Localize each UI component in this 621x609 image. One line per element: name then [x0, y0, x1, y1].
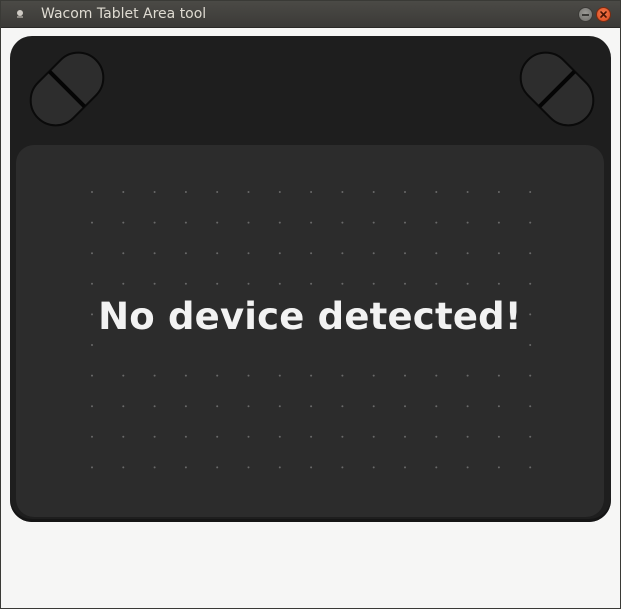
express-key-right[interactable]	[512, 44, 602, 134]
app-icon	[17, 10, 23, 18]
tablet-active-area[interactable]: No device detected!	[16, 145, 604, 517]
close-icon	[600, 11, 607, 18]
window-title: Wacom Tablet Area tool	[41, 6, 207, 22]
express-key-left[interactable]	[22, 44, 112, 134]
close-button[interactable]	[596, 7, 611, 22]
no-device-message: No device detected!	[98, 295, 522, 338]
tablet-body: No device detected!	[10, 36, 611, 522]
minimize-icon	[582, 14, 589, 16]
title-bar[interactable]: Wacom Tablet Area tool	[1, 1, 620, 28]
minimize-button[interactable]	[578, 7, 593, 22]
app-window: Wacom Tablet Area tool No device detecte	[0, 0, 621, 609]
